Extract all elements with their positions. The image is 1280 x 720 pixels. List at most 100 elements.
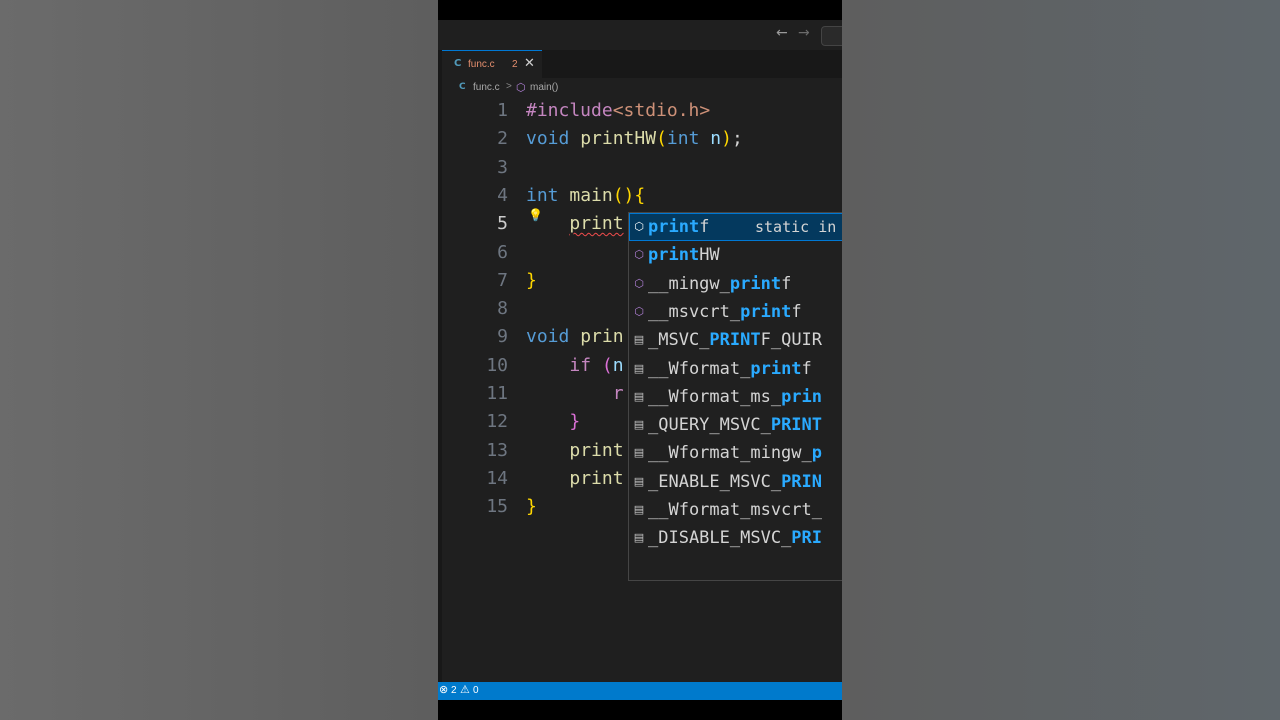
constant-icon: ▤ <box>633 418 645 432</box>
bracket: ( <box>656 128 667 150</box>
warning-count[interactable]: 0 <box>473 685 479 696</box>
suggestion-item[interactable]: ▤ __Wformat_mingw_p <box>629 439 842 467</box>
preprocessor-directive: #include <box>526 100 613 121</box>
line-number: 3 <box>497 156 508 178</box>
line-number: 14 <box>486 467 508 489</box>
suggestion-label: _ENABLE_MSVC_PRIN <box>648 471 823 492</box>
suggestion-item[interactable]: ▤ __Wformat_msvcrt_ <box>629 496 842 524</box>
keyword: void <box>526 326 570 348</box>
line-number: 10 <box>486 354 508 376</box>
c-language-icon: C <box>459 82 466 92</box>
typed-identifier: print <box>569 213 624 235</box>
error-circle-icon[interactable]: ⊗ <box>439 683 448 696</box>
constant-icon: ▤ <box>633 333 645 347</box>
line-number: 11 <box>486 383 508 404</box>
constant-icon: ▤ <box>633 503 645 516</box>
code-line-4: int main(){ <box>526 182 645 210</box>
command-center-search[interactable] <box>821 26 842 46</box>
line-number: 13 <box>486 439 508 461</box>
method-cube-icon: ⬡ <box>634 276 644 290</box>
method-cube-icon: ⬡ <box>634 248 644 262</box>
code-line-2: void printHW(int n); <box>526 125 743 153</box>
breadcrumb-separator: > <box>506 81 512 92</box>
video-frame: ← → C func.c 2 ✕ C func.c > ⬡ main() 1 2… <box>438 0 842 720</box>
bracket: { <box>634 184 646 206</box>
bracket: } <box>526 496 537 518</box>
suggestion-item[interactable]: ▤ _ENABLE_MSVC_PRIN <box>629 468 842 496</box>
line-number: 6 <box>497 241 508 263</box>
line-number: 7 <box>497 269 508 291</box>
close-icon[interactable]: ✕ <box>524 56 535 71</box>
suggestion-label: printf <box>648 217 710 237</box>
method-cube-icon: ⬡ <box>634 304 644 318</box>
suggestion-label: printHW <box>648 245 720 266</box>
keyword: if <box>569 354 592 376</box>
cube-icon: ⬡ <box>516 82 526 94</box>
breadcrumb: C func.c > ⬡ main() <box>442 78 842 98</box>
identifier: r <box>612 383 624 404</box>
suggestion-item[interactable]: ▤ _MSVC_PRINTF_QUIR <box>629 326 842 354</box>
constant-icon: ▤ <box>633 531 645 545</box>
function-call: print <box>569 467 624 489</box>
suggestion-item[interactable]: ▤ _QUERY_MSVC_PRINT <box>629 411 842 439</box>
suggestion-label: _QUERY_MSVC_PRINT <box>648 415 823 436</box>
function-name: printHW <box>580 128 657 150</box>
tab-func-c[interactable]: C func.c 2 ✕ <box>442 50 542 78</box>
tab-problem-count: 2 <box>512 59 518 70</box>
status-bar: ⊗ 2 ⚠ 0 <box>438 682 842 700</box>
bracket: } <box>569 411 581 433</box>
bracket: } <box>526 269 537 291</box>
line-number-current: 5 <box>497 213 508 235</box>
suggestion-label: __Wformat_printf <box>648 358 812 379</box>
suggestion-item-selected[interactable]: ⬡ printf static in <box>629 213 842 242</box>
c-language-icon: C <box>454 58 462 69</box>
suggestion-label: __Wformat_msvcrt_ <box>648 500 822 520</box>
code-editor[interactable]: C func.c > ⬡ main() 1 2 3 4 5 6 7 8 9 10… <box>442 78 842 682</box>
semicolon: ; <box>731 128 743 150</box>
keyword: int <box>526 184 559 206</box>
identifier: n <box>612 354 624 376</box>
function-name: main <box>569 184 613 206</box>
line-number: 2 <box>497 128 508 150</box>
constant-icon: ▤ <box>633 474 645 488</box>
constant-icon: ▤ <box>633 446 645 460</box>
line-number: 8 <box>497 298 508 320</box>
code-line-14: print <box>526 465 624 493</box>
arrow-left-icon[interactable]: ← <box>776 25 788 41</box>
suggestion-label: __msvcrt_printf <box>648 301 802 322</box>
suggestion-label: _MSVC_PRINTF_QUIR <box>648 330 823 351</box>
include-path: <stdio.h> <box>612 100 711 121</box>
arrow-right-icon[interactable]: → <box>798 25 810 41</box>
breadcrumb-file[interactable]: func.c <box>473 82 500 93</box>
keyword: int <box>666 128 700 150</box>
constant-icon: ▤ <box>633 361 645 375</box>
error-count[interactable]: 2 <box>451 685 457 696</box>
suggestion-item[interactable]: ⬡ __msvcrt_printf <box>629 298 842 326</box>
suggestion-label: __Wformat_ms_prin <box>648 386 823 407</box>
bracket: ) <box>721 128 732 150</box>
function-call: print <box>569 439 624 461</box>
suggestion-label: _DISABLE_MSVC_PRI <box>648 528 823 549</box>
tab-bar: C func.c 2 ✕ <box>442 50 842 78</box>
code-line-12: } <box>526 408 580 436</box>
suggestion-item[interactable]: ▤ __Wformat_printf <box>629 355 842 383</box>
autocomplete-suggest-widget[interactable]: ⬡ printf static in ⬡ printHW ⬡ __mingw_p… <box>628 212 842 581</box>
code-line-10: if (n <box>526 352 624 380</box>
suggestion-label: __mingw_printf <box>648 273 792 294</box>
suggestion-item[interactable]: ▤ __Wformat_ms_prin <box>629 383 842 411</box>
line-number: 4 <box>497 184 508 206</box>
breadcrumb-symbol[interactable]: main() <box>530 82 558 93</box>
suggestion-item[interactable]: ⬡ printHW <box>629 241 842 269</box>
constant-icon: ▤ <box>633 389 645 403</box>
warning-triangle-icon[interactable]: ⚠ <box>460 683 470 696</box>
suggestion-item[interactable]: ⬡ __mingw_printf <box>629 270 842 298</box>
suggestion-item[interactable]: ▤ _DISABLE_MSVC_PRI <box>629 524 842 552</box>
code-line-15: } <box>526 493 537 521</box>
line-number: 15 <box>486 496 508 518</box>
